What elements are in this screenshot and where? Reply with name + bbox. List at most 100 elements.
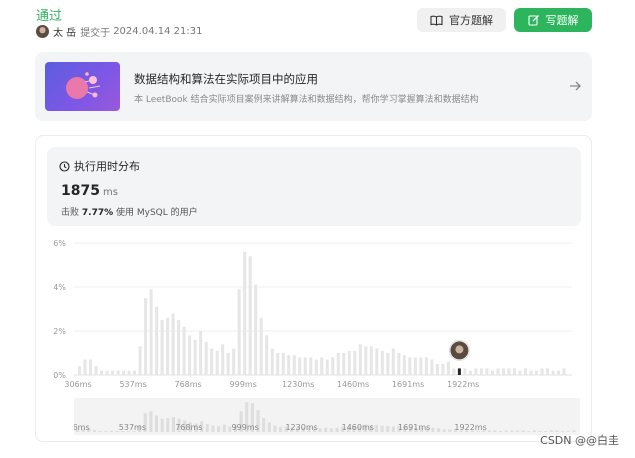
submitted-time: 2024.04.14 21:31 <box>113 26 203 37</box>
y-tick-label: 4% <box>53 283 66 292</box>
bar <box>534 370 538 375</box>
avatar[interactable] <box>36 25 49 38</box>
mini-bar <box>154 415 159 432</box>
mini-bar <box>431 427 435 432</box>
bar <box>474 368 478 375</box>
bar <box>523 368 527 375</box>
bar <box>441 364 445 375</box>
mini-bar <box>499 430 503 432</box>
bar <box>369 346 373 375</box>
bar <box>353 350 357 375</box>
bar <box>177 320 181 375</box>
bar <box>540 368 544 375</box>
x-tick-label: 1922ms <box>447 380 479 389</box>
mini-bar <box>104 430 108 432</box>
x-tick-label: 306ms <box>64 380 91 389</box>
bar <box>199 331 203 375</box>
official-solution-label: 官方题解 <box>449 14 493 27</box>
bar <box>479 368 483 375</box>
bar <box>331 357 335 375</box>
bar <box>259 317 263 375</box>
mini-bar <box>98 430 102 432</box>
mini-bar <box>335 427 339 432</box>
mini-x-tick-label: 537ms <box>119 423 146 432</box>
bar <box>490 370 494 375</box>
bar <box>556 370 561 375</box>
bar <box>221 344 225 375</box>
promo-subtitle: 本 LeetBook 结合实际项目案例来讲解算法和数据结构，帮你学习掌握算法和数… <box>134 95 479 105</box>
write-solution-button[interactable]: 写题解 <box>514 8 592 32</box>
bar <box>248 256 252 375</box>
write-solution-label: 写题解 <box>545 14 579 27</box>
beat-percent: 7.77% <box>81 208 114 218</box>
bar <box>419 357 423 375</box>
y-tick-label: 6% <box>53 239 66 248</box>
mini-bar <box>149 411 153 432</box>
mini-x-tick-label: 768ms <box>175 423 202 432</box>
runtime-summary: 执行用时分布 1875 ms 击败 7.77% 使用 MySQL 的用户 <box>47 147 581 226</box>
mini-bar <box>267 422 271 432</box>
bar <box>83 359 87 375</box>
bar <box>413 357 417 375</box>
bar <box>391 348 395 375</box>
mini-bar <box>217 426 221 432</box>
histogram-range-navigator[interactable]: 306ms 537ms 768ms 999ms 1230ms 1460ms 1691ms 19… <box>62 398 580 435</box>
beat-prefix: 击败 <box>61 208 80 218</box>
mini-bar <box>160 418 164 432</box>
arrow-right-icon <box>570 81 581 91</box>
bar <box>133 370 137 375</box>
author-name[interactable]: 太 岳 <box>53 24 76 39</box>
leetbook-promo-card[interactable]: 数据结构和算法在实际项目中的应用 本 LeetBook 结合实际项目案例来讲解算… <box>35 52 592 121</box>
bar <box>325 359 329 375</box>
bar <box>111 370 115 375</box>
bar <box>435 364 439 375</box>
official-solution-button[interactable]: 官方题解 <box>417 8 506 32</box>
bar <box>512 368 516 375</box>
bar <box>562 368 566 375</box>
bar <box>424 357 428 375</box>
mini-x-tick-label: 1230ms <box>285 423 317 432</box>
bar <box>204 342 208 375</box>
y-tick-label: 2% <box>53 327 66 336</box>
bar <box>188 335 192 375</box>
mini-bar <box>448 429 452 432</box>
mini-x-tick-label: 999ms <box>232 423 259 432</box>
bar <box>94 366 98 375</box>
bar <box>430 359 434 375</box>
bar <box>105 370 109 375</box>
runtime-histogram[interactable]: 0% 2% 4% 6% 306ms 537ms 768ms 999ms 1230ms 1460ms… <box>36 236 593 396</box>
bar <box>265 335 269 375</box>
bar <box>127 370 131 375</box>
bar <box>463 368 467 375</box>
user-avatar-marker-face <box>455 345 464 354</box>
mini-bar <box>109 430 113 432</box>
runtime-title-text: 执行用时分布 <box>74 160 140 173</box>
submission-status: 通过 <box>36 9 63 24</box>
mini-bar <box>532 430 536 432</box>
edit-icon <box>527 15 539 26</box>
bar <box>215 350 219 375</box>
mini-x-tick-label: 1922ms <box>454 423 486 432</box>
bar <box>89 359 93 375</box>
mini-bar <box>205 424 209 432</box>
submitted-label: 提交于 <box>80 28 111 39</box>
bar <box>452 368 456 375</box>
bar <box>100 370 104 375</box>
bar <box>116 370 120 375</box>
runtime-number: 1875 <box>61 183 100 199</box>
x-tick-label: 1460ms <box>337 380 369 389</box>
mini-bar <box>493 430 497 432</box>
mini-bar <box>279 426 283 432</box>
bar <box>501 368 505 375</box>
bar <box>402 355 406 375</box>
mini-bar <box>318 428 322 432</box>
runtime-distribution-panel: 执行用时分布 1875 ms 击败 7.77% 使用 MySQL 的用户 0% 2%… <box>35 135 592 442</box>
bar <box>149 289 153 375</box>
mini-bar <box>166 418 170 432</box>
bar <box>243 251 247 375</box>
book-icon <box>430 15 443 26</box>
bar <box>408 357 412 375</box>
bar <box>270 348 274 375</box>
bar <box>386 353 390 375</box>
mini-bar <box>324 427 328 432</box>
